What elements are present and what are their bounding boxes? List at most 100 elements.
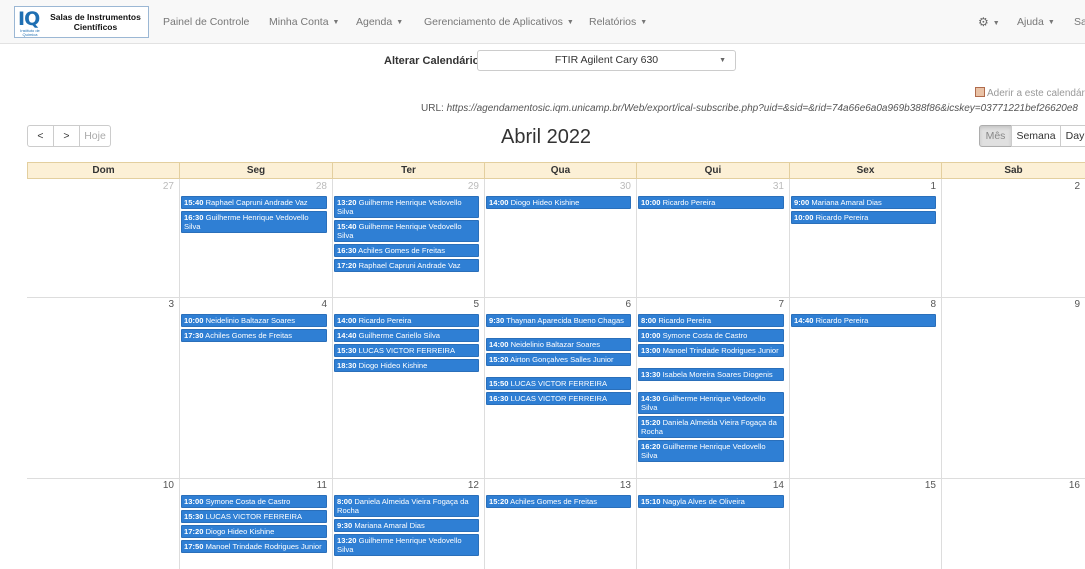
- day-number[interactable]: 29: [439, 181, 479, 192]
- subscribe-link[interactable]: Aderir a este calendár: [975, 87, 1085, 99]
- day-cell[interactable]: 27: [27, 180, 179, 297]
- day-number[interactable]: 10: [134, 480, 174, 491]
- day-cell[interactable]: 12 8:00 Daniela Almeida Vieira Fogaça da …: [332, 479, 484, 569]
- reservation-event[interactable]: 15:20 Achiles Gomes de Freitas: [486, 495, 631, 508]
- day-cell[interactable]: 10: [27, 479, 179, 569]
- reservation-event[interactable]: 17:30 Achiles Gomes de Freitas: [181, 329, 327, 342]
- reservation-event[interactable]: 16:30 Guilherme Henrique Vedovello Silva: [181, 211, 327, 233]
- reservation-event[interactable]: 15:10 Nagyla Alves de Oliveira: [638, 495, 784, 508]
- reservation-event[interactable]: 17:50 Manoel Trindade Rodrigues Junior: [181, 540, 327, 553]
- day-number[interactable]: 27: [134, 181, 174, 192]
- reservation-event[interactable]: 14:40 Guilherme Cariello Silva: [334, 329, 479, 342]
- day-number[interactable]: 6: [591, 299, 631, 310]
- day-cell[interactable]: 2: [941, 180, 1085, 297]
- reservation-event[interactable]: 13:30 Isabela Moreira Soares Diogenis: [638, 368, 784, 381]
- nav-settings[interactable]: ⚙ ▼: [978, 0, 1000, 44]
- day-cell[interactable]: 16: [941, 479, 1085, 569]
- nav-ajuda[interactable]: Ajuda ▼: [1017, 0, 1055, 44]
- day-cell[interactable]: 9: [941, 298, 1085, 478]
- reservation-event[interactable]: 14:00 Diogo Hideo Kishine: [486, 196, 631, 209]
- view-week-button[interactable]: Semana: [1011, 125, 1061, 147]
- day-cell[interactable]: 1 9:00 Mariana Amaral Dias 10:00 Ricardo P…: [789, 180, 941, 297]
- day-cell[interactable]: 15: [789, 479, 941, 569]
- nav-minha-conta[interactable]: Minha Conta ▼: [269, 0, 339, 44]
- day-number[interactable]: 3: [134, 299, 174, 310]
- day-number[interactable]: 5: [439, 299, 479, 310]
- nav-painel-de-controle[interactable]: Painel de Controle: [163, 0, 249, 44]
- reservation-event[interactable]: 17:20 Diogo Hideo Kishine: [181, 525, 327, 538]
- day-number[interactable]: 15: [896, 480, 936, 491]
- day-cell[interactable]: 30 14:00 Diogo Hideo Kishine: [484, 180, 636, 297]
- day-number[interactable]: 31: [744, 181, 784, 192]
- day-number[interactable]: 16: [1040, 480, 1080, 491]
- reservation-event[interactable]: 13:00 Symone Costa de Castro: [181, 495, 327, 508]
- day-number[interactable]: 4: [287, 299, 327, 310]
- reservation-event[interactable]: 13:20 Guilherme Henrique Vedovello Silva: [334, 196, 479, 218]
- reservation-event[interactable]: 18:30 Diogo Hideo Kishine: [334, 359, 479, 372]
- view-day-button[interactable]: Day: [1060, 125, 1085, 147]
- day-cell[interactable]: 4 10:00 Neidelinio Baltazar Soares 17:30 A…: [179, 298, 332, 478]
- prev-button[interactable]: <: [27, 125, 54, 147]
- reservation-event[interactable]: 15:30 LUCAS VICTOR FERREIRA: [334, 344, 479, 357]
- reservation-event[interactable]: 10:00 Ricardo Pereira: [791, 211, 936, 224]
- day-cell[interactable]: 13 15:20 Achiles Gomes de Freitas: [484, 479, 636, 569]
- reservation-event[interactable]: 13:00 Manoel Trindade Rodrigues Junior: [638, 344, 784, 357]
- reservation-event[interactable]: 17:20 Raphael Capruni Andrade Vaz: [334, 259, 479, 272]
- reservation-event[interactable]: 14:00 Neidelinio Baltazar Soares: [486, 338, 631, 351]
- day-number[interactable]: 14: [744, 480, 784, 491]
- day-number[interactable]: 12: [439, 480, 479, 491]
- nav-sair-cut[interactable]: Sa: [1074, 0, 1085, 44]
- reservation-event[interactable]: 10:00 Ricardo Pereira: [638, 196, 784, 209]
- reservation-event[interactable]: 10:00 Symone Costa de Castro: [638, 329, 784, 342]
- day-cell[interactable]: 7 8:00 Ricardo Pereira 10:00 Symone Costa …: [636, 298, 789, 478]
- day-cell[interactable]: 6 9:30 Thaynan Aparecida Bueno Chagas 14:0…: [484, 298, 636, 478]
- day-cell[interactable]: 28 15:40 Raphael Capruni Andrade Vaz 16:30…: [179, 180, 332, 297]
- event-name: Manoel Trindade Rodrigues Junior: [662, 346, 779, 355]
- reservation-event[interactable]: 14:00 Ricardo Pereira: [334, 314, 479, 327]
- reservation-event[interactable]: 8:00 Daniela Almeida Vieira Fogaça da Ro…: [334, 495, 479, 517]
- reservation-event[interactable]: 16:30 LUCAS VICTOR FERREIRA: [486, 392, 631, 405]
- day-cell[interactable]: 29 13:20 Guilherme Henrique Vedovello Sil…: [332, 180, 484, 297]
- event-time: 14:00: [489, 340, 509, 349]
- day-number[interactable]: 8: [896, 299, 936, 310]
- reservation-event[interactable]: 10:00 Neidelinio Baltazar Soares: [181, 314, 327, 327]
- day-cell[interactable]: 5 14:00 Ricardo Pereira 14:40 Guilherme Ca…: [332, 298, 484, 478]
- reservation-event[interactable]: 14:40 Ricardo Pereira: [791, 314, 936, 327]
- nav-gerenciamento[interactable]: Gerenciamento de Aplicativos ▼: [424, 0, 574, 44]
- reservation-event[interactable]: 16:30 Achiles Gomes de Freitas: [334, 244, 479, 257]
- reservation-event[interactable]: 15:40 Raphael Capruni Andrade Vaz: [181, 196, 327, 209]
- reservation-event[interactable]: 9:30 Thaynan Aparecida Bueno Chagas: [486, 314, 631, 327]
- day-number[interactable]: 30: [591, 181, 631, 192]
- day-cell[interactable]: 14 15:10 Nagyla Alves de Oliveira: [636, 479, 789, 569]
- reservation-event[interactable]: 8:00 Ricardo Pereira: [638, 314, 784, 327]
- day-cell[interactable]: 31 10:00 Ricardo Pereira: [636, 180, 789, 297]
- reservation-event[interactable]: 16:20 Guilherme Henrique Vedovello Silva: [638, 440, 784, 462]
- day-number[interactable]: 1: [896, 181, 936, 192]
- view-month-button[interactable]: Mês: [979, 125, 1012, 147]
- reservation-event[interactable]: 9:30 Mariana Amaral Dias: [334, 519, 479, 532]
- site-logo[interactable]: IQ Instituto de Química Salas de Instrum…: [14, 6, 149, 38]
- calendar-select[interactable]: FTIR Agilent Cary 630 ▼: [477, 50, 736, 71]
- today-button[interactable]: Hoje: [79, 125, 111, 147]
- event-time: 17:50: [184, 542, 204, 551]
- day-number[interactable]: 28: [287, 181, 327, 192]
- nav-relatorios[interactable]: Relatórios ▼: [589, 0, 647, 44]
- reservation-event[interactable]: 15:40 Guilherme Henrique Vedovello Silva: [334, 220, 479, 242]
- day-cell[interactable]: 8 14:40 Ricardo Pereira: [789, 298, 941, 478]
- next-button[interactable]: >: [53, 125, 80, 147]
- reservation-event[interactable]: 15:20 Airton Gonçalves Salles Junior: [486, 353, 631, 366]
- reservation-event[interactable]: 9:00 Mariana Amaral Dias: [791, 196, 936, 209]
- reservation-event[interactable]: 14:30 Guilherme Henrique Vedovello Silva: [638, 392, 784, 414]
- reservation-event[interactable]: 15:30 LUCAS VICTOR FERREIRA: [181, 510, 327, 523]
- day-number[interactable]: 11: [287, 480, 327, 491]
- day-number[interactable]: 9: [1040, 299, 1080, 310]
- reservation-event[interactable]: 13:20 Guilherme Henrique Vedovello Silva: [334, 534, 479, 556]
- nav-agenda[interactable]: Agenda ▼: [356, 0, 403, 44]
- day-number[interactable]: 13: [591, 480, 631, 491]
- day-number[interactable]: 7: [744, 299, 784, 310]
- day-cell[interactable]: 3: [27, 298, 179, 478]
- day-number[interactable]: 2: [1040, 181, 1080, 192]
- reservation-event[interactable]: 15:20 Daniela Almeida Vieira Fogaça da R…: [638, 416, 784, 438]
- reservation-event[interactable]: 15:50 LUCAS VICTOR FERREIRA: [486, 377, 631, 390]
- day-cell[interactable]: 11 13:00 Symone Costa de Castro 15:30 LUCA…: [179, 479, 332, 569]
